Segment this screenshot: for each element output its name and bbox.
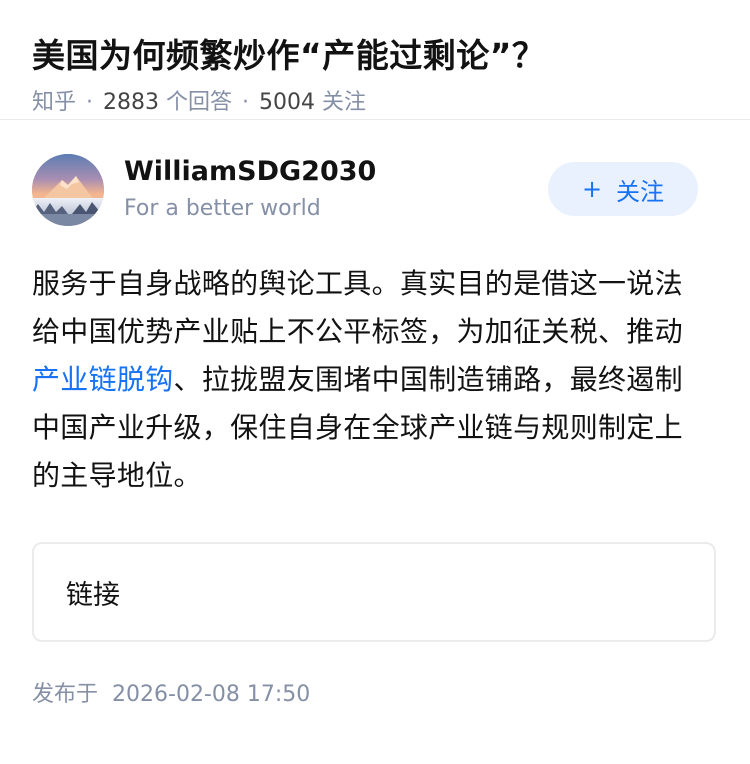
author-name[interactable]: WilliamSDG2030 (124, 152, 376, 192)
follow-button-label: 关注 (616, 177, 665, 206)
source-label[interactable]: 知乎 (32, 90, 76, 115)
answer-count: 2883 (103, 90, 160, 115)
inline-link-supply-chain[interactable]: 产业链脱钩 (32, 363, 174, 396)
follower-count-label: 关注 (322, 90, 367, 115)
answer-count-label: 个回答 (166, 90, 233, 115)
question-title[interactable]: 美国为何频繁炒作“产能过剩论”？ (32, 30, 718, 82)
publish-label: 发布于 (32, 682, 99, 707)
link-card-label: 链接 (66, 579, 120, 611)
avatar[interactable] (32, 154, 104, 226)
mountain-sunset-avatar-icon (32, 154, 104, 226)
question-header: 美国为何频繁炒作“产能过剩论”？ 知乎 · 2883 个回答 · 5004 关注 (0, 0, 750, 120)
link-card[interactable]: 链接 (32, 542, 716, 642)
plus-icon: + (581, 175, 603, 203)
meta-separator: · (86, 90, 94, 115)
question-meta: 知乎 · 2883 个回答 · 5004 关注 (32, 88, 718, 118)
answer-content: 服务于自身战略的舆论工具。真实目的是借这一说法给中国优势产业贴上不公平标签，为加… (32, 260, 702, 500)
follower-count: 5004 (259, 90, 316, 115)
publish-time: 2026-02-08 17:50 (112, 682, 311, 707)
author-bio: For a better world (124, 196, 321, 221)
author-info: WilliamSDG2030 For a better world + 关注 (32, 152, 718, 260)
meta-separator: · (242, 90, 250, 115)
answer-card: WilliamSDG2030 For a better world + 关注 服务… (0, 152, 750, 710)
publish-info: 发布于 2026-02-08 17:50 (32, 680, 718, 710)
answer-text: 服务于自身战略的舆论工具。真实目的是借这一说法给中国优势产业贴上不公平标签，为加… (32, 267, 683, 348)
follow-button[interactable]: + 关注 (548, 162, 698, 216)
